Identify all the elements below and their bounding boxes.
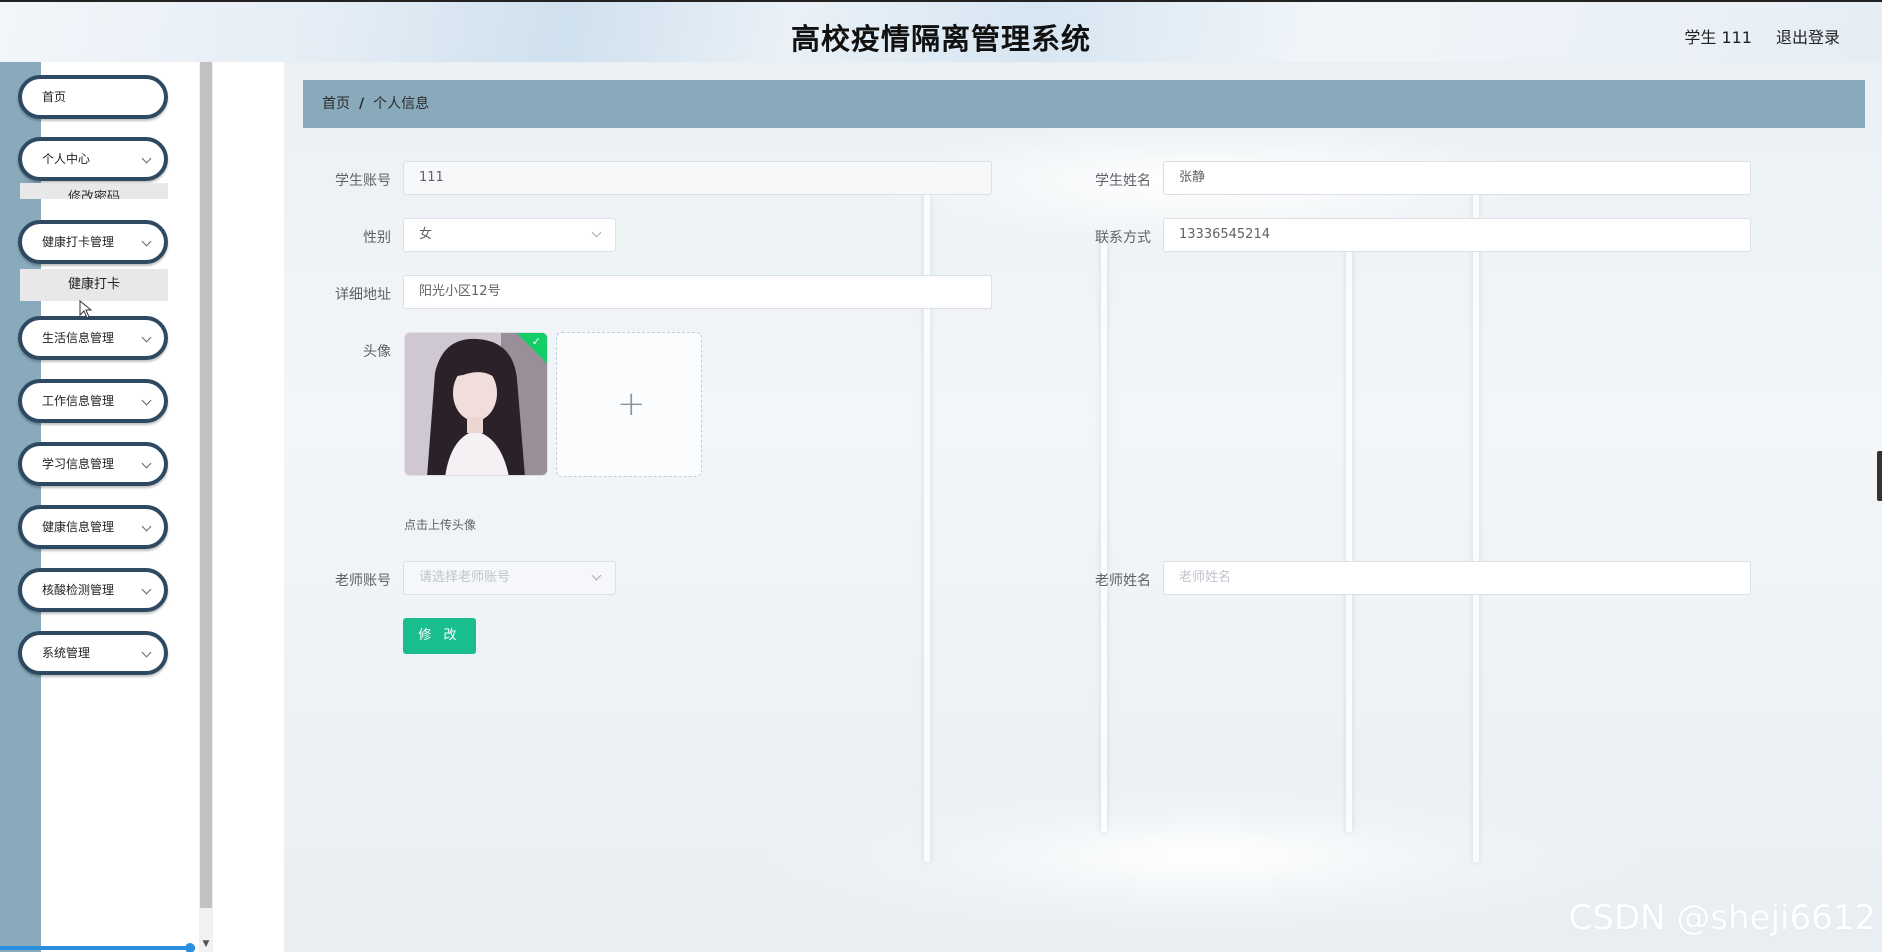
sidebar-item-label: 健康信息管理	[42, 520, 115, 534]
top-header: 高校疫情隔离管理系统 学生 111 退出登录	[0, 0, 1882, 62]
side-handle[interactable]	[1877, 451, 1882, 501]
sidebar-subitem-change-password[interactable]: 修改密码	[20, 183, 168, 199]
sidebar-item-label: 生活信息管理	[42, 331, 115, 345]
avatar-upload-tip: 点击上传头像	[404, 518, 477, 532]
chevron-down-icon	[141, 647, 152, 658]
sidebar-item-personal-center[interactable]: 个人中心	[18, 137, 168, 181]
watermark: CSDN @sheji6612	[1568, 898, 1876, 938]
sidebar-item-label: 工作信息管理	[42, 394, 115, 408]
breadcrumb-current: 个人信息	[373, 96, 430, 112]
teacher-name-input[interactable]: 老师姓名	[1163, 561, 1751, 595]
chevron-down-icon	[141, 395, 152, 406]
teacher-account-placeholder: 请选择老师账号	[419, 570, 511, 585]
horizontal-scrollbar[interactable]	[0, 946, 195, 950]
app-title: 高校疫情隔离管理系统	[790, 22, 1091, 56]
student-account-input[interactable]: 111	[403, 161, 992, 195]
avatar-portrait	[405, 333, 547, 475]
sidebar-item-home[interactable]: 首页	[18, 75, 168, 119]
chevron-down-icon	[141, 458, 152, 469]
submit-button[interactable]: 修 改	[403, 618, 476, 654]
student-name-input[interactable]: 张静	[1163, 161, 1751, 195]
gender-select-value: 女	[419, 227, 433, 242]
chevron-down-icon	[141, 153, 152, 164]
gender-label: 性别	[363, 230, 391, 246]
sidebar-subitem-health-checkin[interactable]: 健康打卡	[20, 269, 168, 301]
sidebar-item-work-info[interactable]: 工作信息管理	[18, 379, 168, 423]
breadcrumb-separator: /	[359, 96, 365, 112]
sidebar-item-study-info[interactable]: 学习信息管理	[18, 442, 168, 486]
sidebar-item-life-info[interactable]: 生活信息管理	[18, 316, 168, 360]
current-user: 学生 111	[1684, 28, 1752, 47]
chevron-down-icon	[141, 332, 152, 343]
avatar-label: 头像	[363, 344, 391, 360]
student-name-label: 学生姓名	[1095, 173, 1151, 189]
teacher-name-label: 老师姓名	[1095, 573, 1151, 589]
avatar-upload-button[interactable]: +	[556, 332, 702, 477]
scroll-down-icon[interactable]: ▼	[200, 938, 212, 950]
sidebar-item-label: 健康打卡管理	[42, 235, 115, 249]
sidebar-gap	[213, 62, 284, 952]
sidebar-item-label: 核酸检测管理	[42, 583, 115, 597]
sidebar-item-nucleic-test[interactable]: 核酸检测管理	[18, 568, 168, 612]
teacher-account-label: 老师账号	[335, 573, 391, 589]
chevron-down-icon	[141, 521, 152, 532]
address-label: 详细地址	[335, 287, 391, 303]
gender-select[interactable]: 女	[403, 218, 616, 252]
breadcrumb-home[interactable]: 首页	[322, 96, 350, 112]
sidebar-item-label: 学习信息管理	[42, 457, 115, 471]
sidebar-scrollbar-thumb[interactable]	[200, 62, 212, 908]
background-pillar	[1346, 232, 1352, 832]
sidebar-item-label: 首页	[42, 90, 67, 104]
sidebar-item-label: 系统管理	[42, 646, 91, 660]
background-pillar	[1101, 232, 1107, 832]
plus-icon: +	[617, 384, 646, 424]
main-content	[284, 62, 1882, 952]
sidebar-item-label: 个人中心	[42, 152, 91, 166]
background-pillar	[1473, 192, 1479, 862]
chevron-down-icon	[141, 584, 152, 595]
phone-input[interactable]: 13336545214	[1163, 218, 1751, 252]
check-icon: ✓	[531, 335, 541, 348]
student-account-label: 学生账号	[335, 173, 391, 189]
sidebar-item-health-info[interactable]: 健康信息管理	[18, 505, 168, 549]
sidebar-subitem-label: 健康打卡	[67, 277, 120, 292]
sidebar-subitem-label: 修改密码	[67, 190, 120, 199]
address-input[interactable]: 阳光小区12号	[403, 275, 992, 309]
breadcrumb: 首页 / 个人信息	[303, 80, 1865, 128]
sidebar-item-system[interactable]: 系统管理	[18, 631, 168, 675]
sidebar-item-health-checkin-management[interactable]: 健康打卡管理	[18, 220, 168, 264]
mouse-cursor-icon	[79, 300, 93, 319]
horizontal-scroll-knob[interactable]	[185, 943, 195, 952]
phone-label: 联系方式	[1095, 230, 1151, 246]
logout-button[interactable]: 退出登录	[1776, 24, 1840, 48]
teacher-account-select[interactable]: 请选择老师账号	[403, 561, 616, 595]
chevron-down-icon	[141, 236, 152, 247]
avatar-image[interactable]: ✓	[404, 332, 548, 476]
